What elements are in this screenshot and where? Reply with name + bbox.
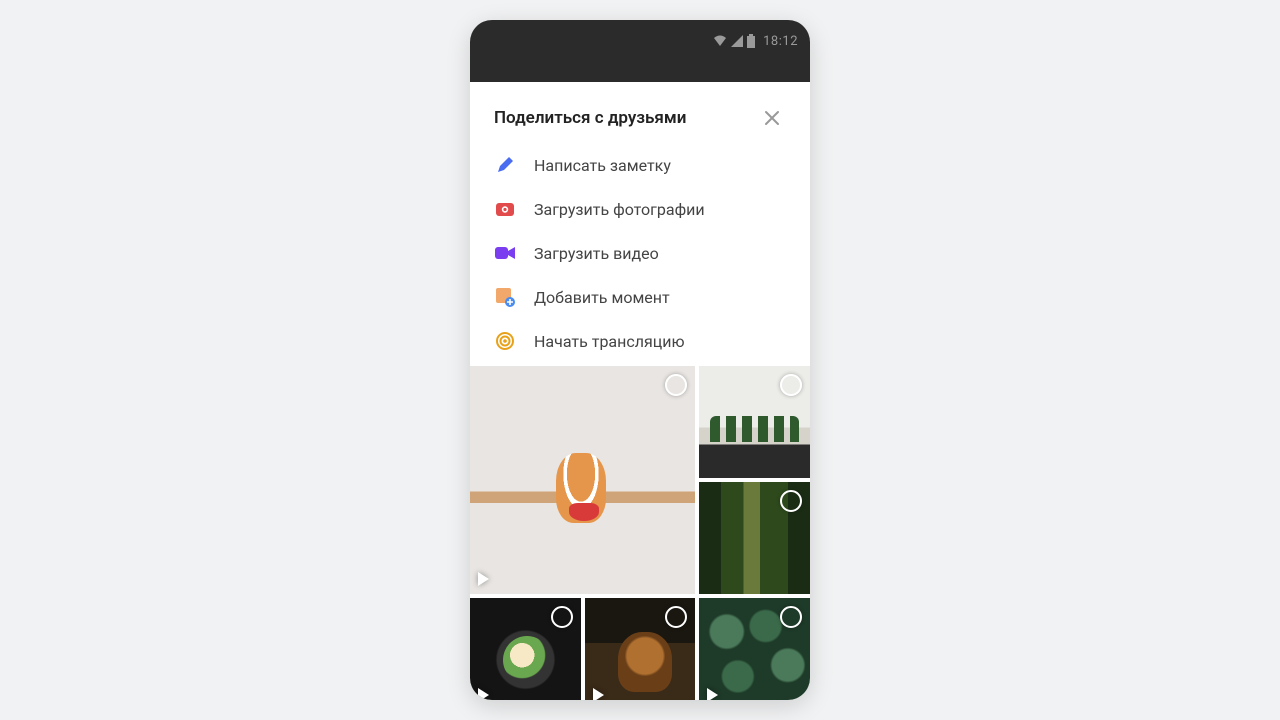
- status-time: 18:12: [763, 34, 798, 49]
- close-button[interactable]: [758, 104, 786, 132]
- action-upload-photos[interactable]: Загрузить фотографии: [494, 198, 786, 220]
- status-bar: 18:12: [470, 20, 810, 62]
- play-icon: [478, 572, 489, 586]
- battery-icon: [747, 34, 755, 48]
- gallery-tile[interactable]: [699, 482, 810, 594]
- action-write-note[interactable]: Написать заметку: [494, 154, 786, 176]
- action-menu: Написать заметку Загрузить фотографии За…: [494, 154, 786, 352]
- action-label: Написать заметку: [534, 156, 671, 175]
- sheet-header: Поделиться с друзьями: [494, 104, 786, 132]
- gallery-grid: [470, 366, 810, 700]
- video-icon: [494, 242, 516, 264]
- pencil-icon: [494, 154, 516, 176]
- phone-frame: 18:12 Поделиться с друзьями Написать зам…: [470, 20, 810, 700]
- action-add-moment[interactable]: Добавить момент: [494, 286, 786, 308]
- gallery-tile[interactable]: [585, 598, 696, 700]
- select-toggle[interactable]: [780, 606, 802, 628]
- app-header-dim: [470, 62, 810, 82]
- moment-icon: [494, 286, 516, 308]
- action-upload-video[interactable]: Загрузить видео: [494, 242, 786, 264]
- share-sheet: Поделиться с друзьями Написать заметку З…: [470, 82, 810, 366]
- action-label: Добавить момент: [534, 288, 670, 307]
- action-label: Загрузить видео: [534, 244, 659, 263]
- select-toggle[interactable]: [780, 374, 802, 396]
- broadcast-icon: [494, 330, 516, 352]
- play-icon: [478, 688, 489, 700]
- select-toggle[interactable]: [665, 606, 687, 628]
- play-icon: [707, 688, 718, 700]
- wifi-icon: [713, 35, 727, 47]
- sheet-title: Поделиться с друзьями: [494, 108, 686, 128]
- select-toggle[interactable]: [551, 606, 573, 628]
- action-label: Начать трансляцию: [534, 332, 685, 351]
- signal-icon: [731, 35, 743, 47]
- select-toggle[interactable]: [780, 490, 802, 512]
- gallery-tile[interactable]: [699, 598, 810, 700]
- play-icon: [593, 688, 604, 700]
- camera-icon: [494, 198, 516, 220]
- close-icon: [764, 110, 780, 126]
- action-start-stream[interactable]: Начать трансляцию: [494, 330, 786, 352]
- gallery-tile[interactable]: [699, 366, 810, 478]
- action-label: Загрузить фотографии: [534, 200, 705, 219]
- gallery-tile[interactable]: [470, 598, 581, 700]
- gallery-tile[interactable]: [470, 366, 695, 594]
- select-toggle[interactable]: [665, 374, 687, 396]
